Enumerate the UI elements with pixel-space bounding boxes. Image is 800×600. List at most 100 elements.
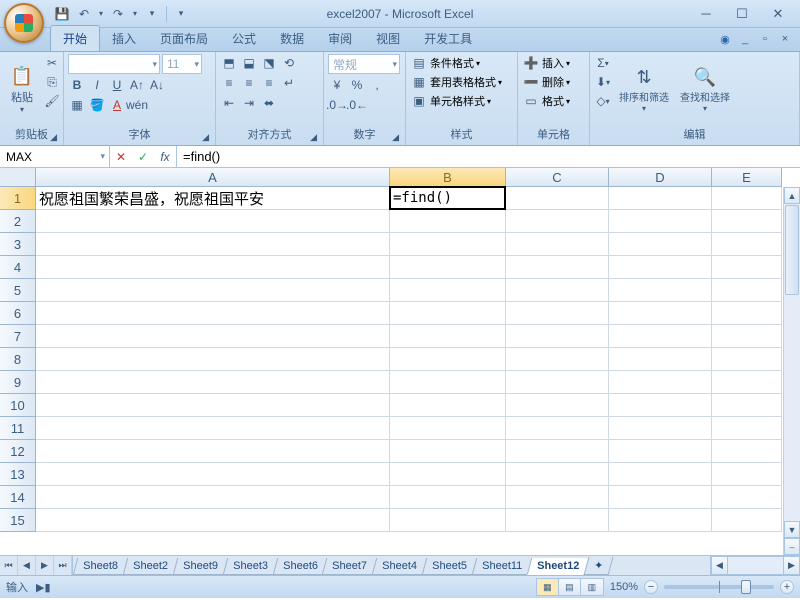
close-workbook-icon[interactable]: × <box>778 32 792 46</box>
qat-customize-icon[interactable]: ▾ <box>142 4 162 24</box>
enter-formula-icon[interactable]: ✓ <box>132 146 154 167</box>
row-header-9[interactable]: 9 <box>0 371 36 394</box>
cell-D5[interactable] <box>609 279 712 302</box>
restore-workbook-icon[interactable]: ▫ <box>758 32 772 46</box>
row-header-14[interactable]: 14 <box>0 486 36 509</box>
cell-E2[interactable] <box>712 210 782 233</box>
tab-home[interactable]: 开始 <box>50 25 100 51</box>
zoom-in-icon[interactable]: + <box>780 580 794 594</box>
cell-E7[interactable] <box>712 325 782 348</box>
cell-A9[interactable] <box>36 371 390 394</box>
cell-C11[interactable] <box>506 417 609 440</box>
cell-B4[interactable] <box>390 256 506 279</box>
column-header-D[interactable]: D <box>609 168 712 187</box>
spreadsheet-grid[interactable]: ABCDE 123456789101112131415 祝愿祖国繁荣昌盛，祝愿祖… <box>0 168 800 555</box>
cell-E4[interactable] <box>712 256 782 279</box>
scroll-up-icon[interactable]: ▲ <box>784 187 800 204</box>
shrink-font-icon[interactable]: A↓ <box>148 76 166 94</box>
cell-E8[interactable] <box>712 348 782 371</box>
row-header-12[interactable]: 12 <box>0 440 36 463</box>
font-color-icon[interactable]: A <box>108 96 126 114</box>
row-header-4[interactable]: 4 <box>0 256 36 279</box>
undo-icon[interactable]: ↶ <box>74 4 94 24</box>
horizontal-scroll-track[interactable] <box>728 556 783 575</box>
last-sheet-icon[interactable]: ⏭ <box>54 556 72 575</box>
cell-B6[interactable] <box>390 302 506 325</box>
cell-E12[interactable] <box>712 440 782 463</box>
cell-E5[interactable] <box>712 279 782 302</box>
cell-A6[interactable] <box>36 302 390 325</box>
cell-B13[interactable] <box>390 463 506 486</box>
cell-D2[interactable] <box>609 210 712 233</box>
cell-D10[interactable] <box>609 394 712 417</box>
minimize-ribbon-icon[interactable]: _ <box>738 32 752 46</box>
zoom-out-icon[interactable]: − <box>644 580 658 594</box>
wrap-text-icon[interactable]: ↵ <box>280 74 298 92</box>
cell-A11[interactable] <box>36 417 390 440</box>
insert-function-icon[interactable]: fx <box>154 146 176 167</box>
cell-C7[interactable] <box>506 325 609 348</box>
format-as-table-button[interactable]: ▦套用表格格式▾ <box>410 73 513 91</box>
tab-data[interactable]: 数据 <box>268 26 316 51</box>
help-icon[interactable]: ◉ <box>718 32 732 46</box>
cut-icon[interactable]: ✂ <box>43 54 61 72</box>
cell-B2[interactable] <box>390 210 506 233</box>
sheet-tab-Sheet5[interactable]: Sheet5 <box>422 558 477 575</box>
cell-B10[interactable] <box>390 394 506 417</box>
cell-E15[interactable] <box>712 509 782 532</box>
minimize-button[interactable]: ─ <box>694 5 718 23</box>
cell-A13[interactable] <box>36 463 390 486</box>
cell-A15[interactable] <box>36 509 390 532</box>
split-handle[interactable]: – <box>784 538 800 555</box>
delete-cells-button[interactable]: ➖删除▾ <box>522 73 585 91</box>
zoom-thumb[interactable] <box>741 580 751 594</box>
cell-C6[interactable] <box>506 302 609 325</box>
cell-C2[interactable] <box>506 210 609 233</box>
cell-A5[interactable] <box>36 279 390 302</box>
cell-B7[interactable] <box>390 325 506 348</box>
autosum-icon[interactable]: Σ▾ <box>594 54 612 72</box>
row-header-5[interactable]: 5 <box>0 279 36 302</box>
grow-font-icon[interactable]: A↑ <box>128 76 146 94</box>
cell-A4[interactable] <box>36 256 390 279</box>
increase-decimal-icon[interactable]: .0→ <box>328 96 346 114</box>
increase-indent-icon[interactable]: ⇥ <box>240 94 258 112</box>
page-layout-view-icon[interactable]: ▤ <box>559 579 581 595</box>
cell-B3[interactable] <box>390 233 506 256</box>
row-header-15[interactable]: 15 <box>0 509 36 532</box>
border-icon[interactable]: ▦ <box>68 96 86 114</box>
cell-C14[interactable] <box>506 486 609 509</box>
cell-A14[interactable] <box>36 486 390 509</box>
fill-color-icon[interactable]: 🪣 <box>88 96 106 114</box>
align-middle-icon[interactable]: ⬓ <box>240 54 258 72</box>
undo-dropdown-icon[interactable]: ▾ <box>96 4 106 24</box>
cell-E11[interactable] <box>712 417 782 440</box>
sheet-tab-Sheet3[interactable]: Sheet3 <box>222 558 277 575</box>
format-painter-icon[interactable]: 🖌 <box>43 92 61 110</box>
cell-A1[interactable]: 祝愿祖国繁荣昌盛，祝愿祖国平安 <box>36 187 390 210</box>
cell-E6[interactable] <box>712 302 782 325</box>
sheet-tab-Sheet6[interactable]: Sheet6 <box>272 558 327 575</box>
cell-A10[interactable] <box>36 394 390 417</box>
cell-E10[interactable] <box>712 394 782 417</box>
cell-E13[interactable] <box>712 463 782 486</box>
vertical-scroll-thumb[interactable] <box>785 205 799 295</box>
column-header-E[interactable]: E <box>712 168 782 187</box>
align-top-icon[interactable]: ⬒ <box>220 54 238 72</box>
cell-D13[interactable] <box>609 463 712 486</box>
launcher-icon[interactable]: ◢ <box>50 132 57 143</box>
cell-D15[interactable] <box>609 509 712 532</box>
cell-A3[interactable] <box>36 233 390 256</box>
cell-B11[interactable] <box>390 417 506 440</box>
cell-D4[interactable] <box>609 256 712 279</box>
scroll-down-icon[interactable]: ▼ <box>784 521 800 538</box>
cell-C15[interactable] <box>506 509 609 532</box>
align-left-icon[interactable]: ≡ <box>220 74 238 92</box>
first-sheet-icon[interactable]: ⏮ <box>0 556 18 575</box>
percent-icon[interactable]: % <box>348 76 366 94</box>
office-button[interactable] <box>4 3 44 43</box>
tab-page-layout[interactable]: 页面布局 <box>148 26 220 51</box>
bold-icon[interactable]: B <box>68 76 86 94</box>
cell-D14[interactable] <box>609 486 712 509</box>
cell-E3[interactable] <box>712 233 782 256</box>
